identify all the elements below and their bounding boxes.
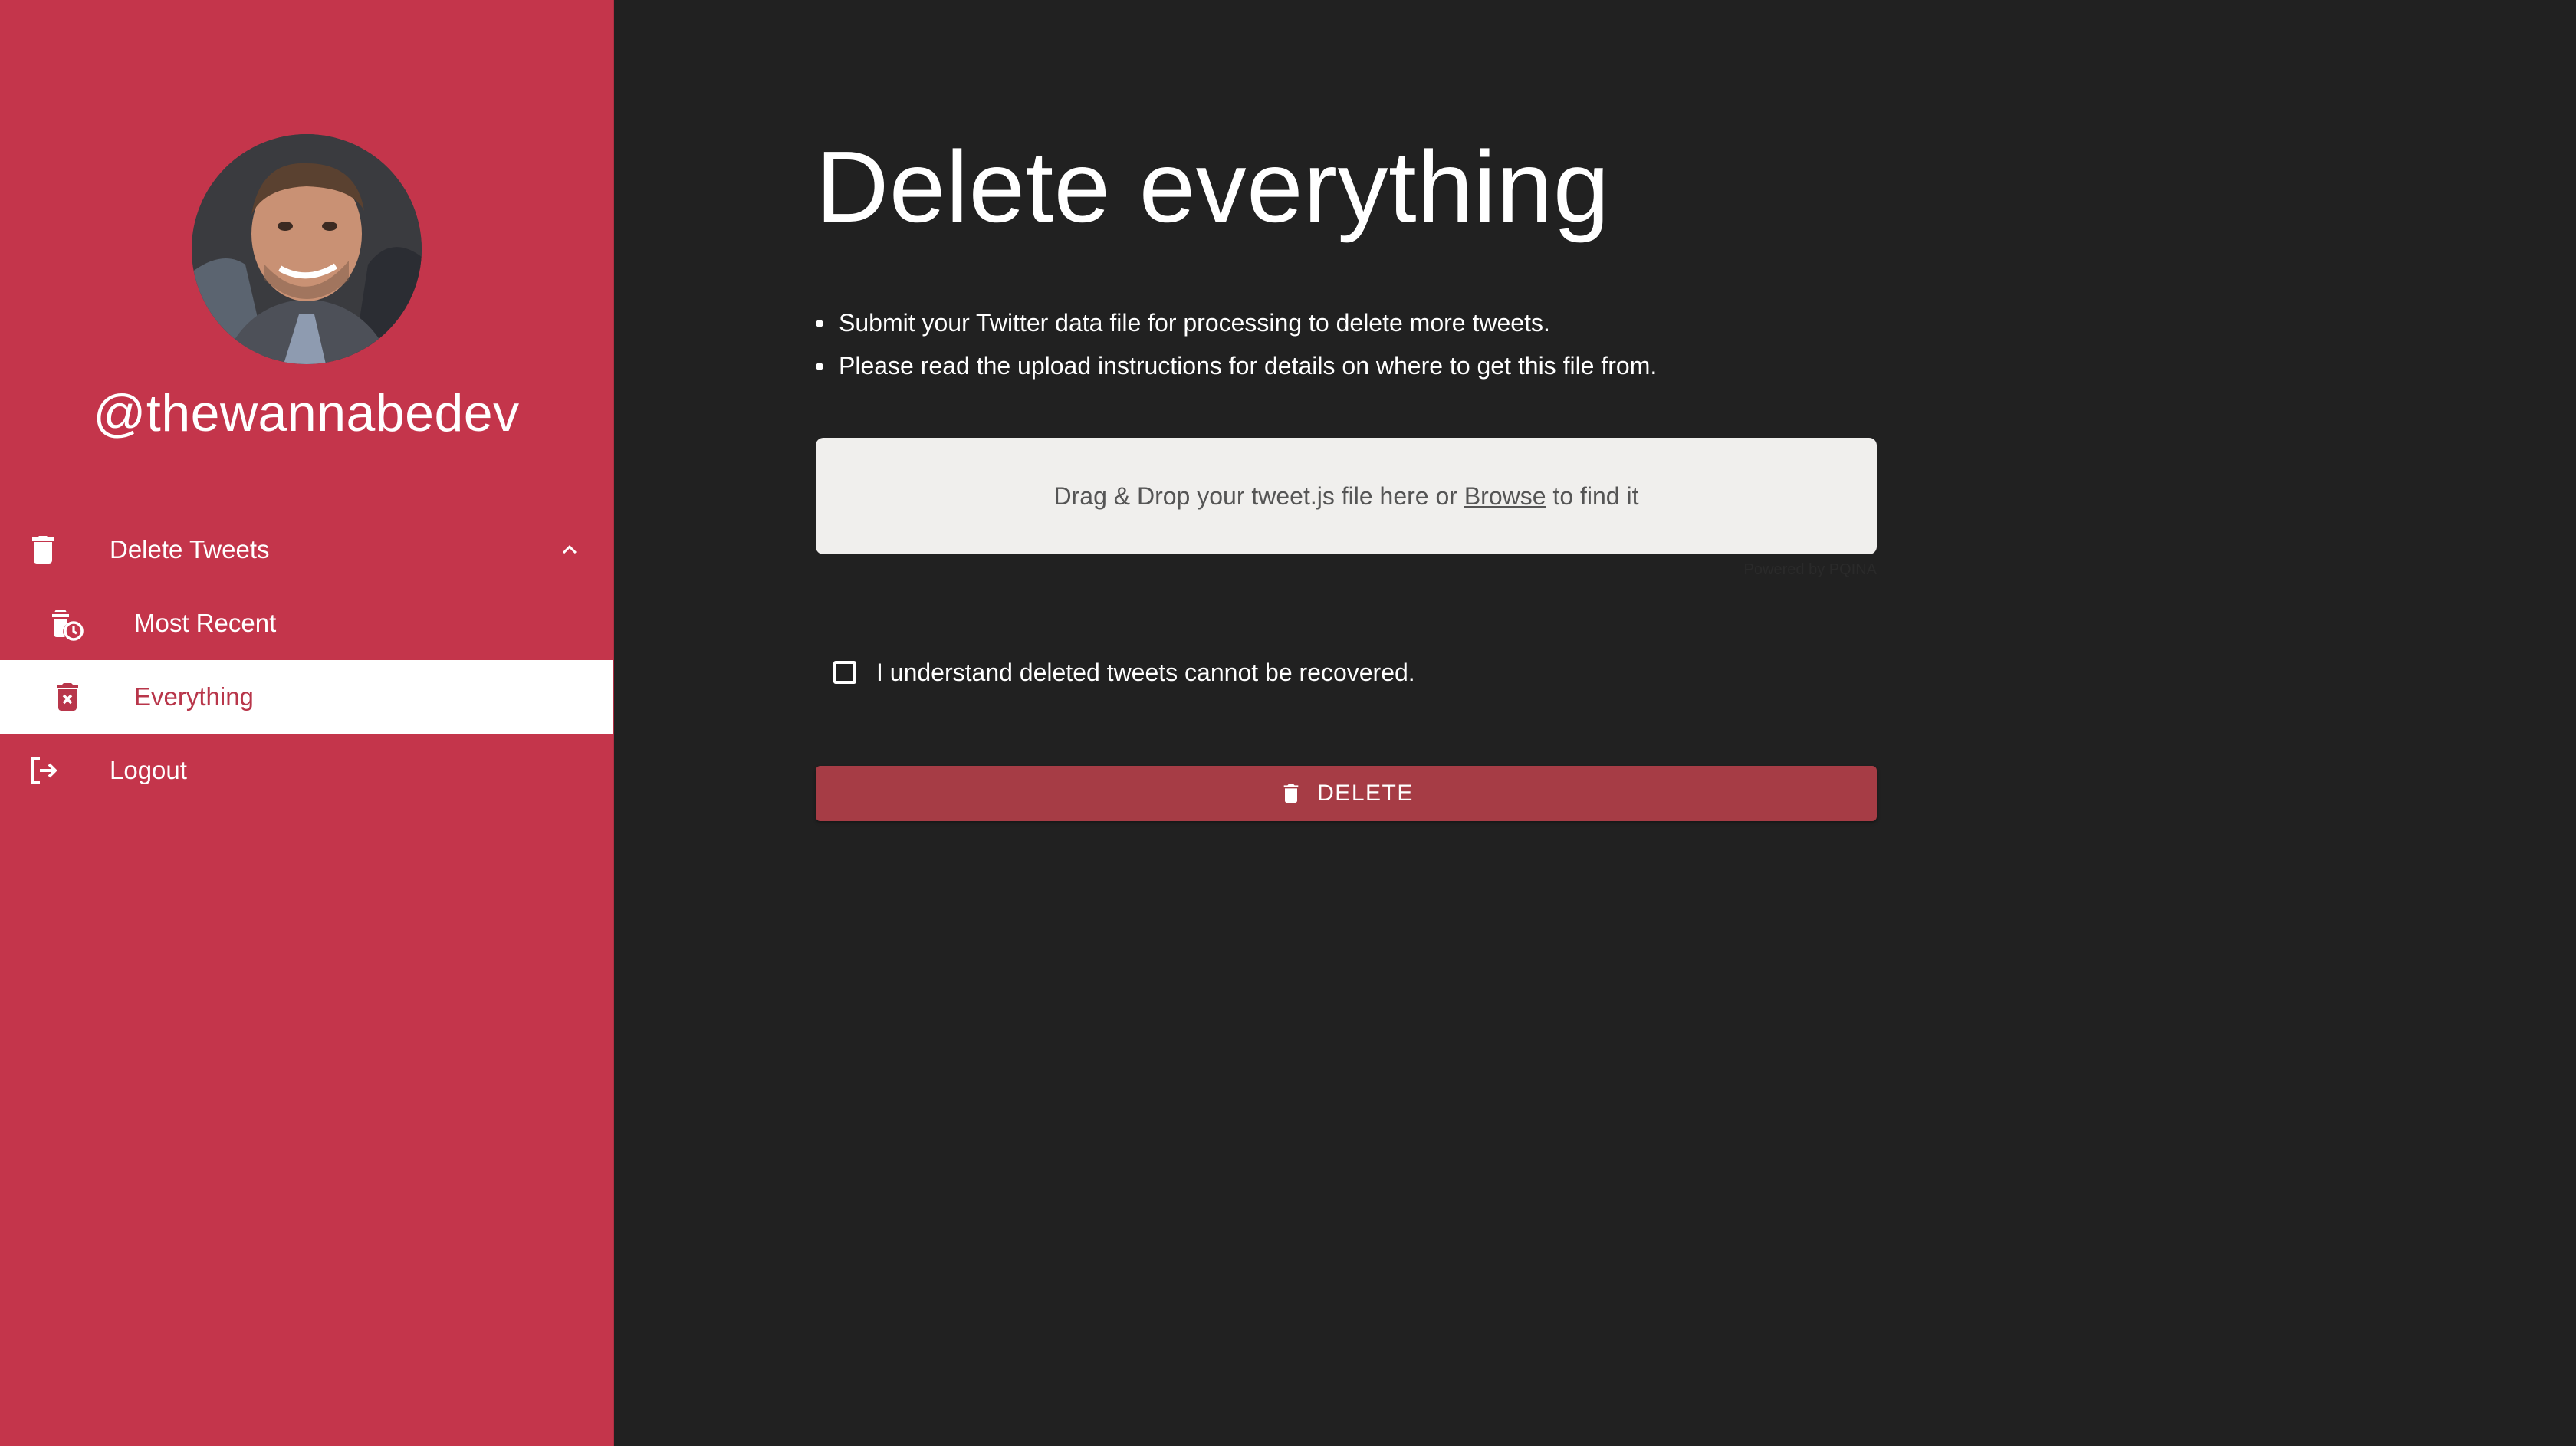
- trash-icon: [25, 531, 61, 568]
- confirm-label[interactable]: I understand deleted tweets cannot be re…: [876, 659, 1415, 687]
- browse-link[interactable]: Browse: [1464, 482, 1546, 510]
- list-item: Please read the upload instructions for …: [815, 344, 1657, 387]
- username: @thewannabedev: [93, 384, 520, 442]
- delete-button-label: DELETE: [1317, 781, 1414, 806]
- trash-clock-icon: [48, 605, 84, 642]
- sidebar-item-label: Most Recent: [134, 609, 277, 637]
- dropzone-text-end: to find it: [1546, 482, 1639, 510]
- confirm-checkbox[interactable]: [833, 661, 856, 684]
- sidebar-item-most-recent[interactable]: Most Recent: [0, 587, 613, 660]
- sidebar: @thewannabedev Delete Tweets Most Recent: [0, 0, 614, 1446]
- trash-x-icon: [49, 679, 86, 715]
- instructions-list: Submit your Twitter data file for proces…: [815, 301, 1657, 387]
- page-title: Delete everything: [816, 130, 1610, 243]
- delete-button[interactable]: DELETE: [816, 766, 1877, 821]
- sidebar-item-label: Logout: [110, 756, 187, 784]
- trash-icon: [1279, 781, 1303, 806]
- confirm-row: I understand deleted tweets cannot be re…: [833, 656, 1415, 689]
- logout-icon: [25, 752, 61, 789]
- powered-by-credit[interactable]: Powered by PQINA: [1726, 561, 1877, 579]
- avatar: [192, 134, 422, 364]
- file-dropzone[interactable]: Drag & Drop your tweet.js file here or B…: [816, 438, 1877, 554]
- sidebar-item-delete-tweets[interactable]: Delete Tweets: [0, 513, 613, 587]
- list-item: Submit your Twitter data file for proces…: [815, 301, 1657, 344]
- dropzone-text: Drag & Drop your tweet.js file here or: [1053, 482, 1464, 510]
- main-content: Delete everything Submit your Twitter da…: [614, 0, 2576, 1446]
- sidebar-item-label: Delete Tweets: [110, 535, 270, 564]
- sidebar-item-logout[interactable]: Logout: [0, 734, 613, 807]
- app-window: @thewannabedev Delete Tweets Most Recent: [0, 0, 2576, 1446]
- sidebar-item-everything[interactable]: Everything: [0, 660, 613, 734]
- chevron-up-icon[interactable]: [556, 536, 583, 564]
- sidebar-item-label: Everything: [134, 682, 254, 711]
